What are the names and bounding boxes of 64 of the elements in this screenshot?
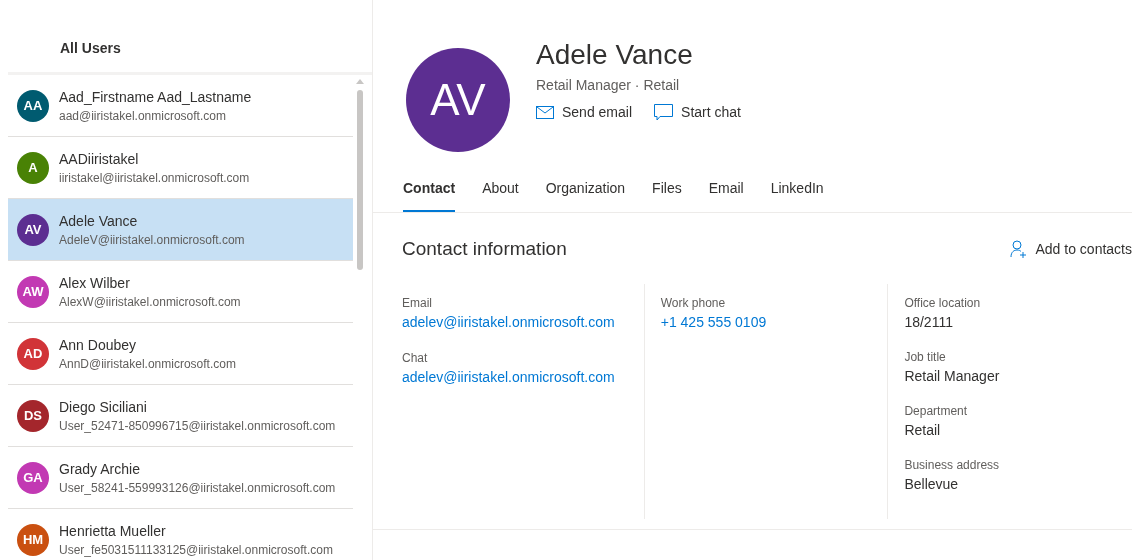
- user-list-item[interactable]: DS Diego Siciliani User_52471-850996715@iiristakel.onmicrosoft.com: [8, 385, 353, 447]
- user-list-item[interactable]: AW Alex Wilber AlexW@iiristakel.onmicrosoft.com: [8, 261, 353, 323]
- user-list-item[interactable]: AD Ann Doubey AnnD@iiristakel.onmicrosoft.com: [8, 323, 353, 385]
- field-label: Email: [402, 294, 433, 312]
- user-email: AlexW@iiristakel.onmicrosoft.com: [59, 293, 241, 311]
- user-list-item[interactable]: GA Grady Archie User_58241-559993126@iiristakel.onmicrosoft.com: [8, 447, 353, 509]
- add-person-icon: [1010, 240, 1028, 259]
- user-list-item[interactable]: AA Aad_Firstname Aad_Lastname aad@iiristakel.onmicrosoft.com: [8, 75, 353, 137]
- profile-subtitle: Retail Manager · Retail: [536, 76, 681, 95]
- field-value: 18/2111: [904, 312, 954, 332]
- mail-icon: [536, 106, 554, 119]
- user-name: Ann Doubey: [59, 335, 138, 355]
- avatar: AD: [17, 337, 49, 370]
- avatar: DS: [17, 399, 49, 432]
- tab[interactable]: Files: [652, 170, 682, 212]
- field-label: Business address: [904, 456, 1001, 474]
- list-title: All Users: [59, 39, 122, 58]
- field-value: Retail: [904, 420, 942, 440]
- user-name: Grady Archie: [59, 459, 141, 479]
- field-label: Department: [904, 402, 969, 420]
- avatar: GA: [17, 461, 49, 494]
- profile-avatar: AV: [406, 48, 510, 152]
- user-list-item[interactable]: HM Henrietta Mueller User_fe5031511133125@iiristakel.onmicrosoft.com: [8, 509, 353, 560]
- user-name: Henrietta Mueller: [59, 521, 167, 541]
- user-email: AnnD@iiristakel.onmicrosoft.com: [59, 355, 236, 373]
- avatar: AA: [17, 89, 49, 122]
- field-label: Work phone: [660, 294, 727, 312]
- user-name: AADiiristakel: [59, 149, 140, 169]
- scroll-up-icon[interactable]: [356, 79, 364, 84]
- scrollbar-thumb[interactable]: [357, 90, 363, 270]
- user-email: User_fe5031511133125@iiristakel.onmicrosoft.com: [59, 541, 333, 559]
- send-email-button[interactable]: Send email: [536, 102, 633, 123]
- field-label: Job title: [904, 348, 947, 366]
- user-name: Diego Siciliani: [59, 397, 148, 417]
- tab[interactable]: About: [482, 170, 519, 212]
- field-label: Office location: [904, 294, 982, 312]
- user-email: iiristakel@iiristakel.onmicrosoft.com: [59, 169, 250, 187]
- tab[interactable]: Organization: [545, 170, 626, 212]
- avatar: AV: [17, 213, 49, 246]
- avatar: A: [17, 151, 49, 184]
- field-value: Retail Manager: [904, 366, 1001, 386]
- tab[interactable]: Email: [708, 170, 744, 212]
- section-title: Contact information: [402, 237, 567, 261]
- user-email: User_58241-559993126@iiristakel.onmicrosoft.com: [59, 479, 336, 497]
- tab[interactable]: LinkedIn: [770, 170, 824, 212]
- user-email: User_52471-850996715@iiristakel.onmicrosoft.com: [59, 417, 336, 435]
- avatar: AW: [17, 275, 49, 308]
- user-email: AdeleV@iiristakel.onmicrosoft.com: [59, 231, 245, 249]
- user-email: aad@iiristakel.onmicrosoft.com: [59, 107, 227, 125]
- add-to-contacts-button[interactable]: Add to contacts: [1010, 238, 1132, 260]
- user-list-item[interactable]: AV Adele Vance AdeleV@iiristakel.onmicrosoft.com: [8, 199, 353, 261]
- profile-name: Adele Vance: [536, 38, 694, 72]
- tab[interactable]: Contact: [403, 170, 456, 212]
- field-link[interactable]: adelev@iiristakel.onmicrosoft.com: [402, 313, 615, 330]
- user-name: Aad_Firstname Aad_Lastname: [59, 87, 252, 107]
- start-chat-button[interactable]: Start chat: [654, 102, 741, 123]
- user-name: Alex Wilber: [59, 273, 131, 293]
- user-name: Adele Vance: [59, 211, 139, 231]
- field-value: Bellevue: [904, 474, 960, 494]
- avatar: HM: [17, 523, 49, 556]
- field-link[interactable]: adelev@iiristakel.onmicrosoft.com: [402, 368, 615, 385]
- field-label: Chat: [402, 349, 429, 367]
- chat-icon: [654, 104, 674, 121]
- field-link[interactable]: +1 425 555 0109: [660, 313, 767, 330]
